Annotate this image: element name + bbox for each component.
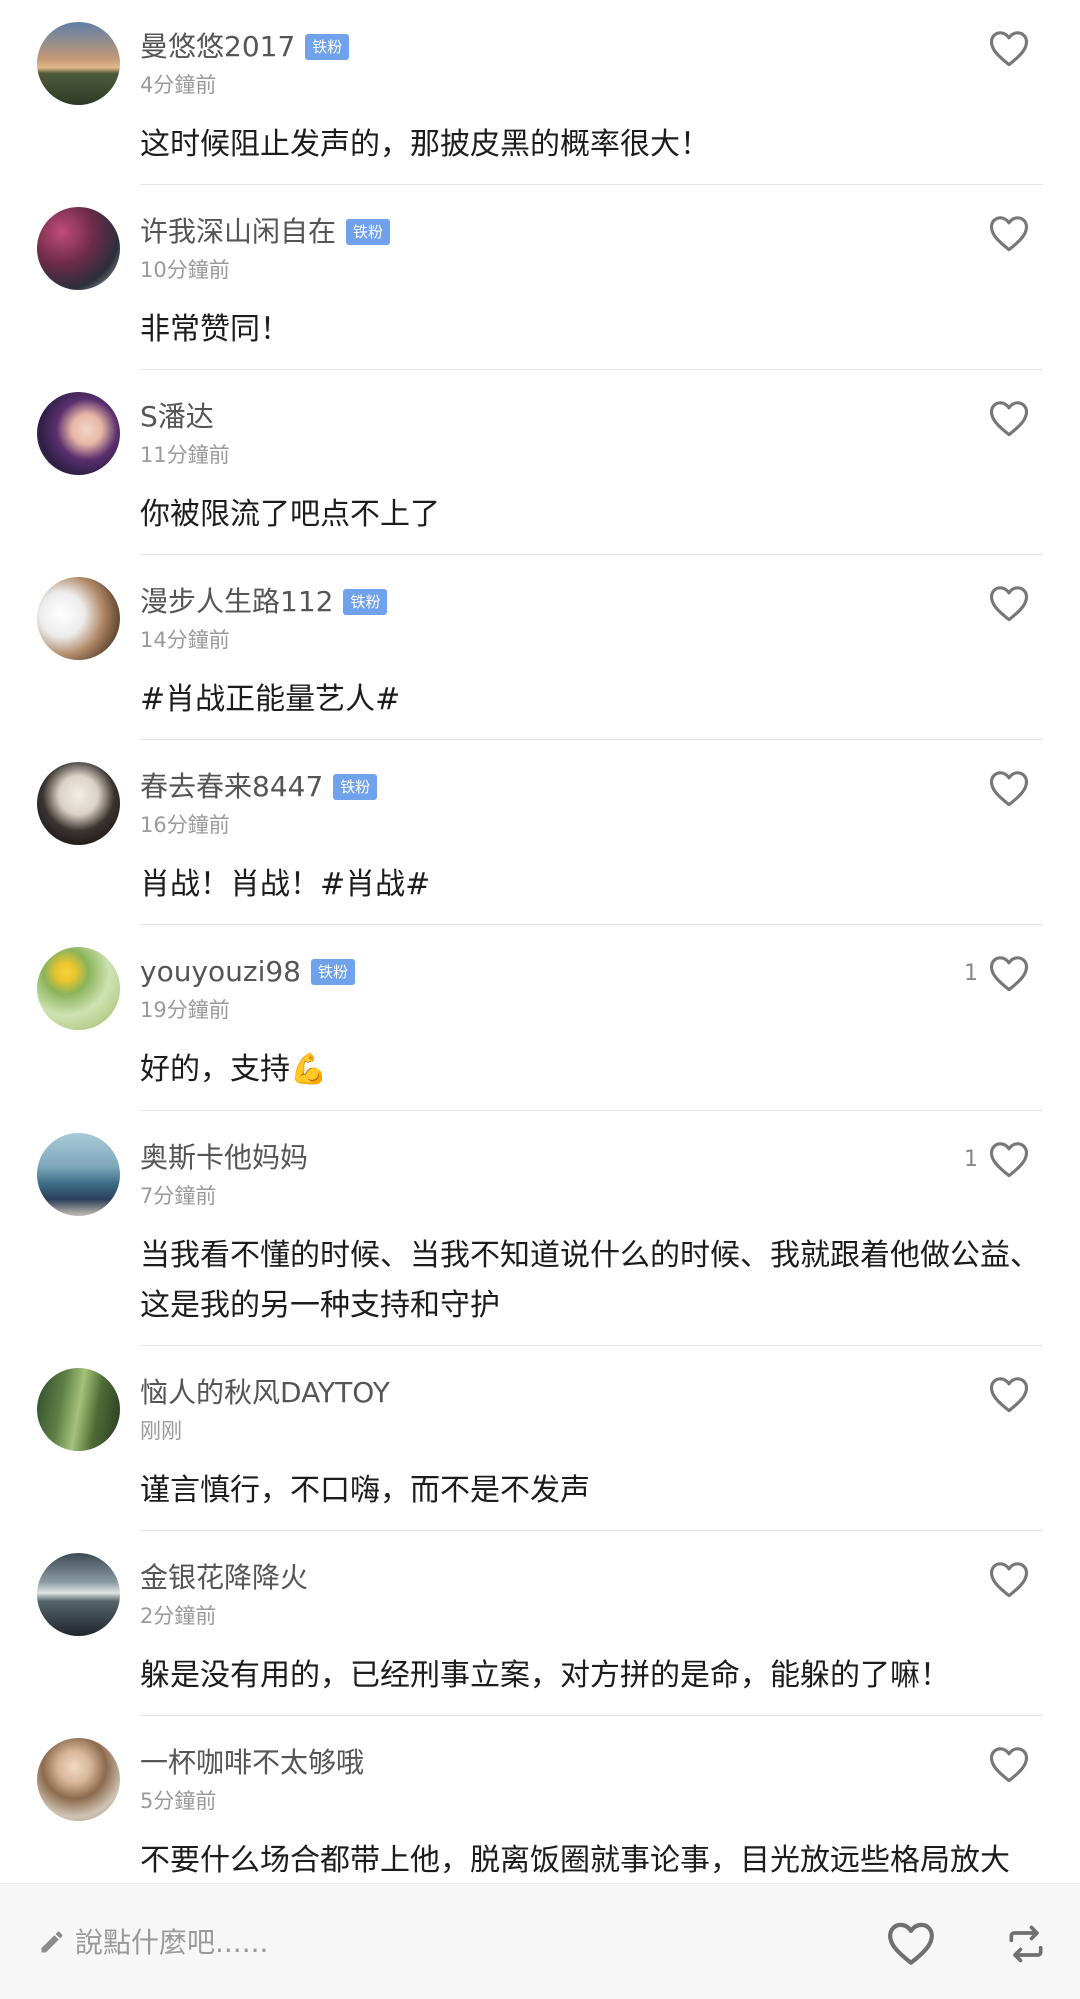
bottom-bar (0, 1883, 1080, 1999)
like-button[interactable] (978, 583, 1030, 623)
like-button[interactable]: 1 (964, 1139, 1030, 1179)
heart-icon (989, 31, 1029, 67)
heart-icon (989, 1377, 1029, 1413)
comment-input[interactable] (75, 1922, 775, 1962)
comment-item[interactable]: 一杯咖啡不太够哦 5分鐘前 不要什么场合都带上他，脱离饭圈就事论事，目光放远些格… (0, 1716, 1080, 1901)
like-count: 1 (964, 1146, 978, 1172)
heart-icon (989, 216, 1029, 252)
avatar[interactable] (37, 947, 120, 1030)
heart-icon (989, 1142, 1029, 1178)
fan-badge: 铁粉 (305, 34, 350, 60)
like-button[interactable] (978, 768, 1030, 808)
fan-badge: 铁粉 (346, 219, 391, 245)
user-name[interactable]: 许我深山闲自在 (140, 215, 336, 249)
user-name[interactable]: 一杯咖啡不太够哦 (140, 1746, 364, 1780)
repost-icon[interactable] (1003, 1922, 1049, 1966)
user-name[interactable]: 金银花降降火 (140, 1561, 308, 1595)
comment-time: 4分鐘前 (140, 73, 217, 97)
like-button[interactable] (978, 1744, 1030, 1784)
comment-text: 肖战！肖战！#肖战# (140, 867, 431, 902)
comment-text: 谨言慎行，不口嗨，而不是不发声 (140, 1473, 590, 1508)
comment-time: 10分鐘前 (140, 258, 230, 282)
avatar[interactable] (37, 1738, 120, 1821)
heart-icon (989, 1747, 1029, 1783)
avatar[interactable] (37, 1133, 120, 1216)
pencil-icon (41, 1931, 63, 1953)
avatar[interactable] (37, 577, 120, 660)
avatar[interactable] (37, 392, 120, 475)
comment-time: 2分鐘前 (140, 1604, 217, 1628)
fan-badge: 铁粉 (311, 959, 356, 985)
comment-text: 不要什么场合都带上他，脱离饭圈就事论事，目光放远些格局放大 (140, 1843, 1010, 1878)
comment-time: 11分鐘前 (140, 443, 230, 467)
fan-badge: 铁粉 (333, 774, 378, 800)
comment-text: #肖战正能量艺人# (140, 682, 401, 717)
heart-icon (989, 771, 1029, 807)
like-count: 1 (964, 960, 978, 986)
comment-text: 非常赞同！ (140, 312, 290, 347)
user-name[interactable]: 漫步人生路112 (140, 585, 333, 619)
comment-text: 当我看不懂的时候、当我不知道说什么的时候、我就跟着他做公益、这是我的另一种支持和… (140, 1238, 1040, 1323)
comment-time: 16分鐘前 (140, 813, 230, 837)
like-button[interactable] (978, 1374, 1030, 1414)
avatar[interactable] (37, 1553, 120, 1636)
heart-icon (989, 956, 1029, 992)
heart-icon (989, 586, 1029, 622)
user-name[interactable]: S潘达 (140, 400, 214, 434)
comment-item[interactable]: 许我深山闲自在 铁粉 10分鐘前 非常赞同！ (0, 185, 1080, 370)
comment-time: 7分鐘前 (140, 1184, 217, 1208)
comment-item[interactable]: 漫步人生路112 铁粉 14分鐘前 #肖战正能量艺人# (0, 555, 1080, 740)
comment-item[interactable]: 奥斯卡他妈妈 7分鐘前 1 当我看不懂的时候、当我不知道说什么的时候、我就跟着他… (0, 1111, 1080, 1346)
comment-item[interactable]: 金银花降降火 2分鐘前 躲是没有用的，已经刑事立案，对方拼的是命，能躲的了嘛！ (0, 1531, 1080, 1716)
like-button[interactable]: 1 (964, 953, 1030, 993)
user-name[interactable]: 曼悠悠2017 (140, 30, 295, 64)
comment-text: 你被限流了吧点不上了 (140, 497, 440, 532)
like-button[interactable] (978, 1559, 1030, 1599)
comment-time: 14分鐘前 (140, 628, 230, 652)
comment-item[interactable]: 曼悠悠2017 铁粉 4分鐘前 这时候阻止发声的，那披皮黑的概率很大！ (0, 0, 1080, 185)
comment-time: 19分鐘前 (140, 998, 230, 1022)
comment-item[interactable]: S潘达 11分鐘前 你被限流了吧点不上了 (0, 370, 1080, 555)
comment-text: 好的，支持💪 (140, 1052, 328, 1087)
comment-text: 这时候阻止发声的，那披皮黑的概率很大！ (140, 127, 710, 162)
user-name[interactable]: youyouzi98 (140, 955, 301, 989)
comment-item[interactable]: 春去春来8447 铁粉 16分鐘前 肖战！肖战！#肖战# (0, 740, 1080, 925)
user-name[interactable]: 奥斯卡他妈妈 (140, 1141, 308, 1175)
avatar[interactable] (37, 1368, 120, 1451)
heart-icon (989, 401, 1029, 437)
comment-list: 曼悠悠2017 铁粉 4分鐘前 这时候阻止发声的，那披皮黑的概率很大！ 许我深山… (0, 0, 1080, 1901)
like-button[interactable] (978, 398, 1030, 438)
comment-text: 躲是没有用的，已经刑事立案，对方拼的是命，能躲的了嘛！ (140, 1658, 950, 1693)
fan-badge: 铁粉 (343, 589, 388, 615)
avatar[interactable] (37, 22, 120, 105)
like-button[interactable] (978, 213, 1030, 253)
user-name[interactable]: 恼人的秋风DAYTOY (140, 1376, 390, 1410)
comment-item[interactable]: 恼人的秋风DAYTOY 刚刚 谨言慎行，不口嗨，而不是不发声 (0, 1346, 1080, 1531)
comment-time: 5分鐘前 (140, 1789, 217, 1813)
user-name[interactable]: 春去春来8447 (140, 770, 323, 804)
heart-icon[interactable] (886, 1920, 936, 1966)
comment-time: 刚刚 (140, 1419, 182, 1443)
avatar[interactable] (37, 762, 120, 845)
avatar[interactable] (37, 207, 120, 290)
comment-item[interactable]: youyouzi98 铁粉 19分鐘前 1 好的，支持💪 (0, 925, 1080, 1111)
like-button[interactable] (978, 28, 1030, 68)
heart-icon (989, 1562, 1029, 1598)
